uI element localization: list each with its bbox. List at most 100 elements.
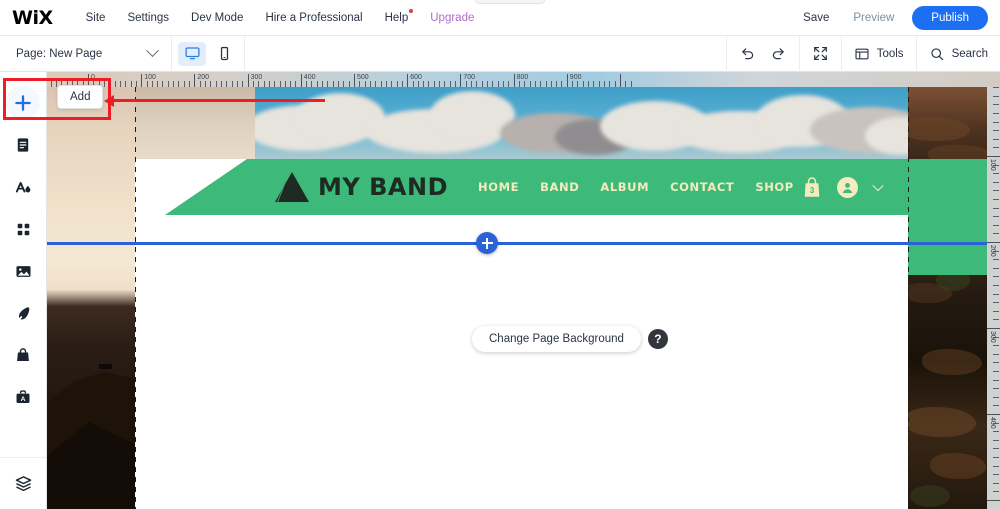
menu-dev-mode[interactable]: Dev Mode <box>180 8 254 28</box>
ruler-tick <box>449 81 451 87</box>
ruler-tick <box>993 396 999 398</box>
ruler-label: 700 <box>463 74 476 81</box>
publish-button[interactable]: Publish <box>912 5 988 30</box>
ruler-tick <box>614 81 616 87</box>
chevron-down-icon[interactable] <box>872 179 884 192</box>
cart-count-badge: 3 <box>809 185 815 195</box>
nav-item-band[interactable]: BAND <box>540 180 579 194</box>
ruler-tick <box>993 130 999 132</box>
ruler-tick <box>620 74 621 87</box>
tools-button[interactable]: Tools <box>854 46 904 62</box>
menu-help[interactable]: Help <box>374 8 420 28</box>
menu-site[interactable]: Site <box>75 8 117 28</box>
ruler-tick <box>125 81 127 87</box>
ruler-tick <box>598 81 600 87</box>
sidebar-item-bookings[interactable]: A <box>0 376 47 418</box>
ruler-tick <box>993 233 999 235</box>
ruler-tick <box>993 362 999 364</box>
ruler-tick <box>391 81 393 87</box>
sidebar-item-apps[interactable] <box>0 208 47 250</box>
ruler-tick <box>993 457 999 458</box>
vertical-ruler[interactable]: 100 200 300 400 <box>987 87 1000 509</box>
wix-logo[interactable]: WiX <box>12 7 53 29</box>
ruler-label: 200 <box>197 74 210 81</box>
zoom-out-icon[interactable] <box>812 45 829 62</box>
ruler-tick <box>993 319 999 321</box>
ruler-tick <box>135 81 137 87</box>
ruler-tick <box>417 81 419 87</box>
ruler-tick <box>993 448 999 450</box>
top-bar-actions: Save Preview Publish <box>791 5 1000 30</box>
ruler-label: 200 <box>989 245 996 257</box>
ruler-tick <box>194 74 196 87</box>
ruler-tick <box>130 81 132 87</box>
save-button[interactable]: Save <box>791 8 841 28</box>
page-selector[interactable]: Page: New Page <box>0 35 172 72</box>
section-divider-line[interactable] <box>47 242 987 245</box>
nav-item-shop[interactable]: SHOP <box>755 180 794 194</box>
nav-item-album[interactable]: ALBUM <box>600 180 649 194</box>
add-section-button[interactable] <box>476 232 498 254</box>
ruler-tick <box>993 276 999 278</box>
desktop-view-button[interactable] <box>178 41 206 66</box>
sidebar-item-pages[interactable] <box>0 124 47 166</box>
ruler-tick <box>993 87 999 89</box>
sidebar-item-blog[interactable] <box>0 292 47 334</box>
apps-grid-icon <box>17 223 29 235</box>
ruler-tick <box>199 81 201 87</box>
nav-item-home[interactable]: HOME <box>478 180 519 194</box>
undo-icon[interactable] <box>739 45 756 62</box>
ruler-tick <box>369 81 371 87</box>
ruler-tick <box>993 431 999 433</box>
ruler-tick <box>993 147 999 149</box>
preview-button[interactable]: Preview <box>841 8 906 28</box>
browser-tab-nub <box>475 0 545 4</box>
ruler-tick <box>178 81 180 87</box>
ruler-tick <box>545 81 547 87</box>
change-page-background-button[interactable]: Change Page Background <box>472 326 641 352</box>
briefcase-icon: A <box>16 390 30 403</box>
cart-button[interactable]: 3 <box>803 176 821 198</box>
ruler-tick <box>146 81 148 87</box>
add-tooltip: Add <box>57 85 104 109</box>
annotation-arrow <box>104 94 325 107</box>
ruler-tick <box>221 81 222 87</box>
user-avatar-icon[interactable] <box>837 176 858 198</box>
site-canvas[interactable]: MY BAND HOME BAND ALBUM CONTACT SHOP 3 C… <box>47 87 987 509</box>
help-icon[interactable]: ? <box>647 329 668 349</box>
redo-icon[interactable] <box>770 45 787 62</box>
sidebar-item-media[interactable] <box>0 250 47 292</box>
site-header[interactable]: MY BAND HOME BAND ALBUM CONTACT SHOP 3 <box>165 159 987 215</box>
ruler-tick <box>993 465 999 467</box>
left-sidebar: A <box>0 72 47 509</box>
ruler-tick <box>189 81 191 87</box>
sidebar-item-design[interactable] <box>0 166 47 208</box>
ruler-tick <box>359 81 361 87</box>
site-header-right-extension <box>908 215 987 243</box>
ruler-tick <box>465 81 467 87</box>
ruler-tick <box>630 81 632 87</box>
horizontal-ruler[interactable]: 0 100 200 300 400 500 600 700 800 900 <box>47 72 1000 87</box>
menu-hire-a-professional[interactable]: Hire a Professional <box>254 8 373 28</box>
search-button[interactable]: Search <box>929 46 988 62</box>
ruler-tick <box>354 74 355 87</box>
history-group <box>725 35 799 72</box>
mobile-view-button[interactable] <box>210 42 238 66</box>
menu-settings[interactable]: Settings <box>116 8 180 28</box>
menu-upgrade[interactable]: Upgrade <box>419 8 485 28</box>
nav-item-contact[interactable]: CONTACT <box>670 180 734 194</box>
ruler-tick <box>993 216 999 218</box>
ruler-tick <box>993 439 999 441</box>
pen-icon <box>18 306 29 319</box>
ruler-tick <box>412 81 414 87</box>
ruler-label: 300 <box>250 74 263 81</box>
ruler-tick <box>993 259 999 261</box>
sidebar-item-store[interactable] <box>0 334 47 376</box>
sidebar-item-layers[interactable] <box>0 457 47 509</box>
ruler-tick <box>428 81 430 87</box>
ruler-tick <box>993 310 999 312</box>
image-icon <box>15 265 31 277</box>
ruler-tick <box>993 181 999 183</box>
ruler-tick <box>987 328 1000 329</box>
ruler-tick <box>455 81 457 87</box>
